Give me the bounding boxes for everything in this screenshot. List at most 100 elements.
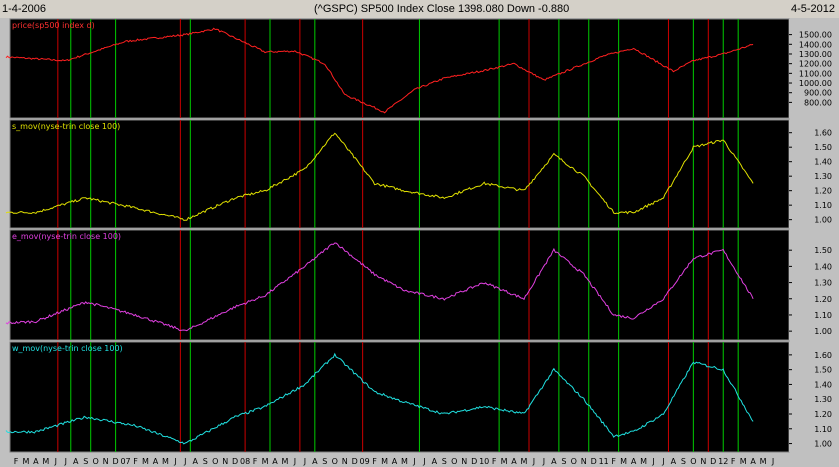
x-tick-label: D [232,457,238,466]
y-tick-label: 1.20 [814,410,832,419]
x-tick-label: J [422,457,425,466]
panel-background [9,18,790,119]
x-tick-label: A [511,457,517,466]
x-tick-label: J [661,457,664,466]
x-tick-label: M [521,457,528,466]
y-tick-label: 1.60 [814,129,832,138]
y-tick-label: 1.40 [814,262,832,271]
x-tick-label: S [681,457,686,466]
x-tick-label: A [551,457,557,466]
x-tick-label: A [272,457,278,466]
y-tick-label: 1.60 [814,351,832,360]
x-tick-label: M [142,457,149,466]
x-tick-label: J [771,457,774,466]
x-tick-label: M [281,457,288,466]
y-tick-label: 1.50 [814,246,832,255]
y-tick-label: 1.00 [814,327,832,336]
x-tick-label: M [381,457,388,466]
y-tick-label: 1.20 [814,187,832,196]
x-tick-label: M [42,457,49,466]
x-tick-label: F [492,457,497,466]
x-tick-label: D [113,457,119,466]
x-tick-label: F [372,457,377,466]
y-tick-label: 1.20 [814,295,832,304]
panel-background [9,119,790,229]
x-tick-label: J [532,457,535,466]
panel-3: 1.50 1.40 1.30 1.20 1.10 1.00 e_mov(nyse-trin … [5,229,835,341]
y-tick-label: 1.10 [814,311,832,320]
x-tick-label: O [690,457,696,466]
x-tick-label: N [222,457,228,466]
x-tick-label: J [293,457,296,466]
x-tick-label: J [542,457,545,466]
x-tick-label: F [731,457,736,466]
x-tick-label: J [54,457,57,466]
x-tick-label: J [651,457,654,466]
x-tick-label: O [571,457,577,466]
x-tick-label: D [471,457,477,466]
panel-2: 1.60 1.50 1.40 1.30 1.20 1.10 1.00 s_mov(nyse-t… [5,119,835,229]
x-tick-label: O [332,457,338,466]
x-tick-label: A [392,457,398,466]
x-tick-label: O [212,457,218,466]
x-tick-label: S [83,457,88,466]
x-tick-label: D [352,457,358,466]
x-tick-label: N [461,457,467,466]
x-tick-label: A [312,457,318,466]
x-tick-label: J [64,457,67,466]
x-tick-label: F [611,457,616,466]
y-tick-label: 1400.00 [799,40,832,49]
x-tick-label: 09 [360,457,370,466]
x-tick-label: S [561,457,566,466]
y-tick-label: 1.00 [814,440,832,449]
x-tick-label: 07 [120,457,130,466]
y-tick-label: 1.50 [814,143,832,152]
panel-4: 1.60 1.50 1.40 1.30 1.20 1.10 1.00 w_mov(nyse-t… [5,341,835,453]
x-tick-label: M [760,457,767,466]
x-tick-label: A [33,457,39,466]
y-tick-label: 1100.00 [799,69,832,78]
panel-1: 1500.001400.001300.001200.001100.001000.… [5,18,835,119]
x-tick-label: J [173,457,176,466]
x-tick-label: M [740,457,747,466]
x-tick-label: J [303,457,306,466]
panel-background [9,341,790,453]
y-tick-label: 1.50 [814,366,832,375]
x-tick-label: M [162,457,169,466]
y-tick-label: 1200.00 [799,60,832,69]
y-tick-label: 1300.00 [799,50,832,59]
y-tick-label: 1500.00 [799,31,832,40]
y-tick-label: 800.00 [804,98,832,107]
x-tick-label: N [342,457,348,466]
x-tick-label: O [93,457,99,466]
x-tick-label: A [631,457,637,466]
x-tick-label: N [700,457,706,466]
y-tick-label: 1.10 [814,425,832,434]
x-tick-label: M [640,457,647,466]
panel-label: s_mov(nyse-trin close 100) [12,122,120,131]
x-tick-label: F [253,457,258,466]
x-tick-label: 10 [479,457,489,466]
x-tick-label: 12 [718,457,728,466]
chart-area: 1500.001400.001300.001200.001100.001000.… [0,18,839,467]
x-tick-label: N [103,457,109,466]
y-tick-label: 1.30 [814,395,832,404]
x-tick-label: 11 [599,457,609,466]
x-tick-label: F [14,457,19,466]
x-tick-label: A [193,457,199,466]
x-tick-label: S [322,457,327,466]
x-tick-label: A [671,457,677,466]
y-tick-label: 900.00 [804,89,832,98]
y-tick-label: 1.00 [814,216,832,225]
x-tick-label: M [401,457,408,466]
panel-background [9,229,790,341]
x-tick-label: A [73,457,79,466]
y-tick-label: 1.40 [814,158,832,167]
y-tick-label: 1.10 [814,201,832,210]
panel-label: price(sp500 index d) [12,21,95,30]
x-tick-label: O [451,457,457,466]
x-tick-label: J [183,457,186,466]
y-tick-label: 1.30 [814,279,832,288]
y-tick-label: 1000.00 [799,79,832,88]
panel-label: w_mov(nyse-trin close 100) [12,344,123,353]
